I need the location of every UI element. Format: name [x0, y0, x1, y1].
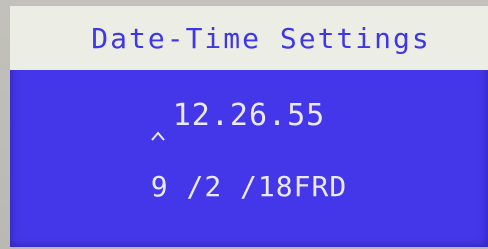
- device-panel: Date-Time Settings 12.26.55 9 /2 /18FRD: [0, 0, 488, 249]
- time-value[interactable]: 12.26.55: [10, 98, 488, 133]
- date-value[interactable]: 9 /2 /18FRD: [10, 170, 488, 203]
- date-separator: /: [222, 170, 258, 203]
- settings-content: 12.26.55 9 /2 /18FRD: [10, 70, 488, 247]
- lcd-screen: Date-Time Settings 12.26.55 9 /2 /18FRD: [10, 6, 488, 247]
- date-separator: /: [168, 170, 205, 203]
- title-bar: Date-Time Settings: [10, 6, 488, 70]
- date-month: 9: [150, 170, 169, 203]
- date-year: 18: [257, 170, 294, 203]
- date-day: 2: [204, 170, 223, 203]
- screen-title: Date-Time Settings: [91, 21, 431, 55]
- date-weekday: FRD: [293, 170, 348, 203]
- caret-up-icon: [151, 131, 165, 141]
